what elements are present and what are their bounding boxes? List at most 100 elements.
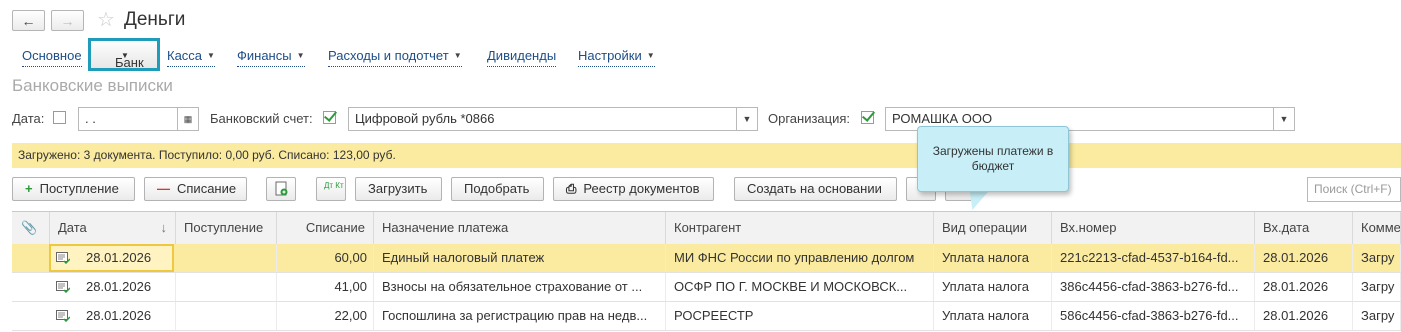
table-row[interactable]: 28.01.2026 60,00 Единый налоговый платеж… xyxy=(12,244,1401,273)
menu-settings[interactable]: Настройки ▼ xyxy=(578,46,655,67)
back-button[interactable]: ← xyxy=(12,10,45,31)
document-add-icon xyxy=(275,181,288,196)
date-label: Дата: xyxy=(12,111,45,126)
menu-bank[interactable]: Банк ▼ xyxy=(88,38,160,71)
menu-settings-label: Настройки xyxy=(578,48,642,63)
bank-account-checkbox[interactable] xyxy=(323,111,336,124)
cell-counterparty: МИ ФНС России по управлению долгом xyxy=(666,244,934,272)
chevron-down-icon: ▼ xyxy=(646,51,655,60)
add-receipt-label: Поступление xyxy=(39,181,119,196)
registry-label: Реестр документов xyxy=(583,181,700,196)
cell-counterparty: РОСРЕЕСТР xyxy=(666,302,934,330)
dt-kt-button[interactable]: Дт Кт xyxy=(316,177,346,201)
cell-date: 28.01.2026 xyxy=(50,302,176,330)
cell-income xyxy=(176,273,277,301)
add-writeoff-label: Списание xyxy=(177,181,237,196)
cell-operation: Уплата налога xyxy=(934,273,1052,301)
section-title: Банковские выписки xyxy=(12,76,173,95)
cell-purpose: Госпошлина за регистрацию прав на недв..… xyxy=(374,302,666,330)
column-in-number[interactable]: Вх.номер xyxy=(1052,212,1255,244)
cell-comment: Загру xyxy=(1353,244,1401,272)
cell-comment: Загру xyxy=(1353,302,1401,330)
pick-label: Подобрать xyxy=(464,181,530,196)
calendar-button[interactable]: ▦ xyxy=(177,107,199,131)
column-purpose[interactable]: Назначение платежа xyxy=(374,212,666,244)
menu-cash-label: Касса xyxy=(167,48,203,63)
page-title: Деньги xyxy=(124,9,186,30)
copy-document-button[interactable] xyxy=(266,177,296,201)
column-operation[interactable]: Вид операции xyxy=(934,212,1052,244)
cell-in-number: 386c4456-cfad-3863-b276-fd... xyxy=(1052,273,1255,301)
chevron-down-icon: ▼ xyxy=(296,51,305,60)
menu-bank-label: Банк xyxy=(115,55,144,70)
dt-kt-icon: Дт Кт xyxy=(324,181,344,190)
table-header: 📎 Дата ↓ Поступление Списание Назначение… xyxy=(12,212,1401,245)
menu-dividends-label: Дивиденды xyxy=(487,48,557,63)
column-in-date[interactable]: Вх.дата xyxy=(1255,212,1353,244)
menu-finance[interactable]: Финансы ▼ xyxy=(237,46,305,67)
sort-down-icon: ↓ xyxy=(160,220,168,235)
column-expense[interactable]: Списание xyxy=(277,212,374,244)
arrow-right-icon: → xyxy=(60,12,75,29)
chevron-down-icon: ▼ xyxy=(121,51,129,60)
cell-income xyxy=(176,244,277,272)
search-input[interactable]: Поиск (Ctrl+F) xyxy=(1307,177,1401,202)
cell-income xyxy=(176,302,277,330)
chevron-down-icon: ▼ xyxy=(453,51,462,60)
create-based-button[interactable]: Создать на основании xyxy=(734,177,897,201)
calendar-icon: ▦ xyxy=(183,114,193,124)
cell-expense: 41,00 xyxy=(277,273,374,301)
bank-account-label: Банковский счет: xyxy=(210,111,313,126)
cell-counterparty: ОСФР ПО Г. МОСКВЕ И МОСКОВСК... xyxy=(666,273,934,301)
menu-expenses-label: Расходы и подотчет xyxy=(328,48,449,63)
date-field[interactable]: . . xyxy=(78,107,178,131)
forward-button[interactable]: → xyxy=(51,10,84,31)
bank-account-dropdown[interactable]: ▼ xyxy=(736,107,758,131)
table-row[interactable]: 28.01.2026 41,00 Взносы на обязательное … xyxy=(12,273,1401,302)
cell-purpose: Единый налоговый платеж xyxy=(374,244,666,272)
add-receipt-button[interactable]: + Поступление xyxy=(12,177,135,201)
cell-date: 28.01.2026 xyxy=(86,250,152,265)
menu-finance-label: Финансы xyxy=(237,48,292,63)
menu-main[interactable]: Основное xyxy=(22,46,82,67)
registry-button[interactable]: ⎙ Реестр документов xyxy=(553,177,714,201)
cell-operation: Уплата налога xyxy=(934,244,1052,272)
printer-icon: ⎙ xyxy=(566,181,577,196)
attachment-column[interactable]: 📎 xyxy=(12,212,50,244)
cell-comment: Загру xyxy=(1353,273,1401,301)
menu-cash[interactable]: Касса ▼ xyxy=(167,46,215,67)
cell-operation: Уплата налога xyxy=(934,302,1052,330)
star-icon[interactable]: ☆ xyxy=(97,9,115,31)
organization-dropdown[interactable]: ▼ xyxy=(1273,107,1295,131)
column-date[interactable]: Дата ↓ xyxy=(50,212,176,244)
cell-in-date: 28.01.2026 xyxy=(1255,273,1353,301)
cell-in-number: 221c2213-cfad-4537-b164-fd... xyxy=(1052,244,1255,272)
chevron-down-icon: ▼ xyxy=(207,51,215,60)
cell-purpose: Взносы на обязательное страхование от ..… xyxy=(374,273,666,301)
minus-icon: — xyxy=(157,181,170,196)
column-comment[interactable]: Комме xyxy=(1353,212,1401,244)
load-button[interactable]: Загрузить xyxy=(355,177,442,201)
column-date-label: Дата xyxy=(58,220,87,235)
column-counterparty[interactable]: Контрагент xyxy=(666,212,934,244)
chevron-down-icon: ▼ xyxy=(742,114,752,124)
add-writeoff-button[interactable]: — Списание xyxy=(144,177,247,201)
column-income[interactable]: Поступление xyxy=(176,212,277,244)
status-bar: Загружено: 3 документа. Поступило: 0,00 … xyxy=(12,143,1401,168)
chevron-down-icon: ▼ xyxy=(1279,114,1289,124)
plus-icon: + xyxy=(25,181,33,196)
cell-in-number: 586c4456-cfad-3863-b276-fd... xyxy=(1052,302,1255,330)
cell-date: 28.01.2026 xyxy=(50,273,176,301)
menu-expenses[interactable]: Расходы и подотчет ▼ xyxy=(328,46,462,67)
bank-account-field[interactable]: Цифровой рубль *0866 xyxy=(348,107,737,131)
table-row[interactable]: 28.01.2026 22,00 Госпошлина за регистрац… xyxy=(12,302,1401,331)
cell-expense: 22,00 xyxy=(277,302,374,330)
tooltip: Загружены платежи в бюджет xyxy=(917,126,1069,192)
load-label: Загрузить xyxy=(368,181,428,196)
pick-button[interactable]: Подобрать xyxy=(451,177,544,201)
menu-dividends[interactable]: Дивиденды xyxy=(487,46,557,67)
statements-table: 📎 Дата ↓ Поступление Списание Назначение… xyxy=(12,211,1401,332)
create-based-label: Создать на основании xyxy=(747,181,882,196)
date-checkbox[interactable] xyxy=(53,111,66,124)
organization-checkbox[interactable] xyxy=(861,111,874,124)
